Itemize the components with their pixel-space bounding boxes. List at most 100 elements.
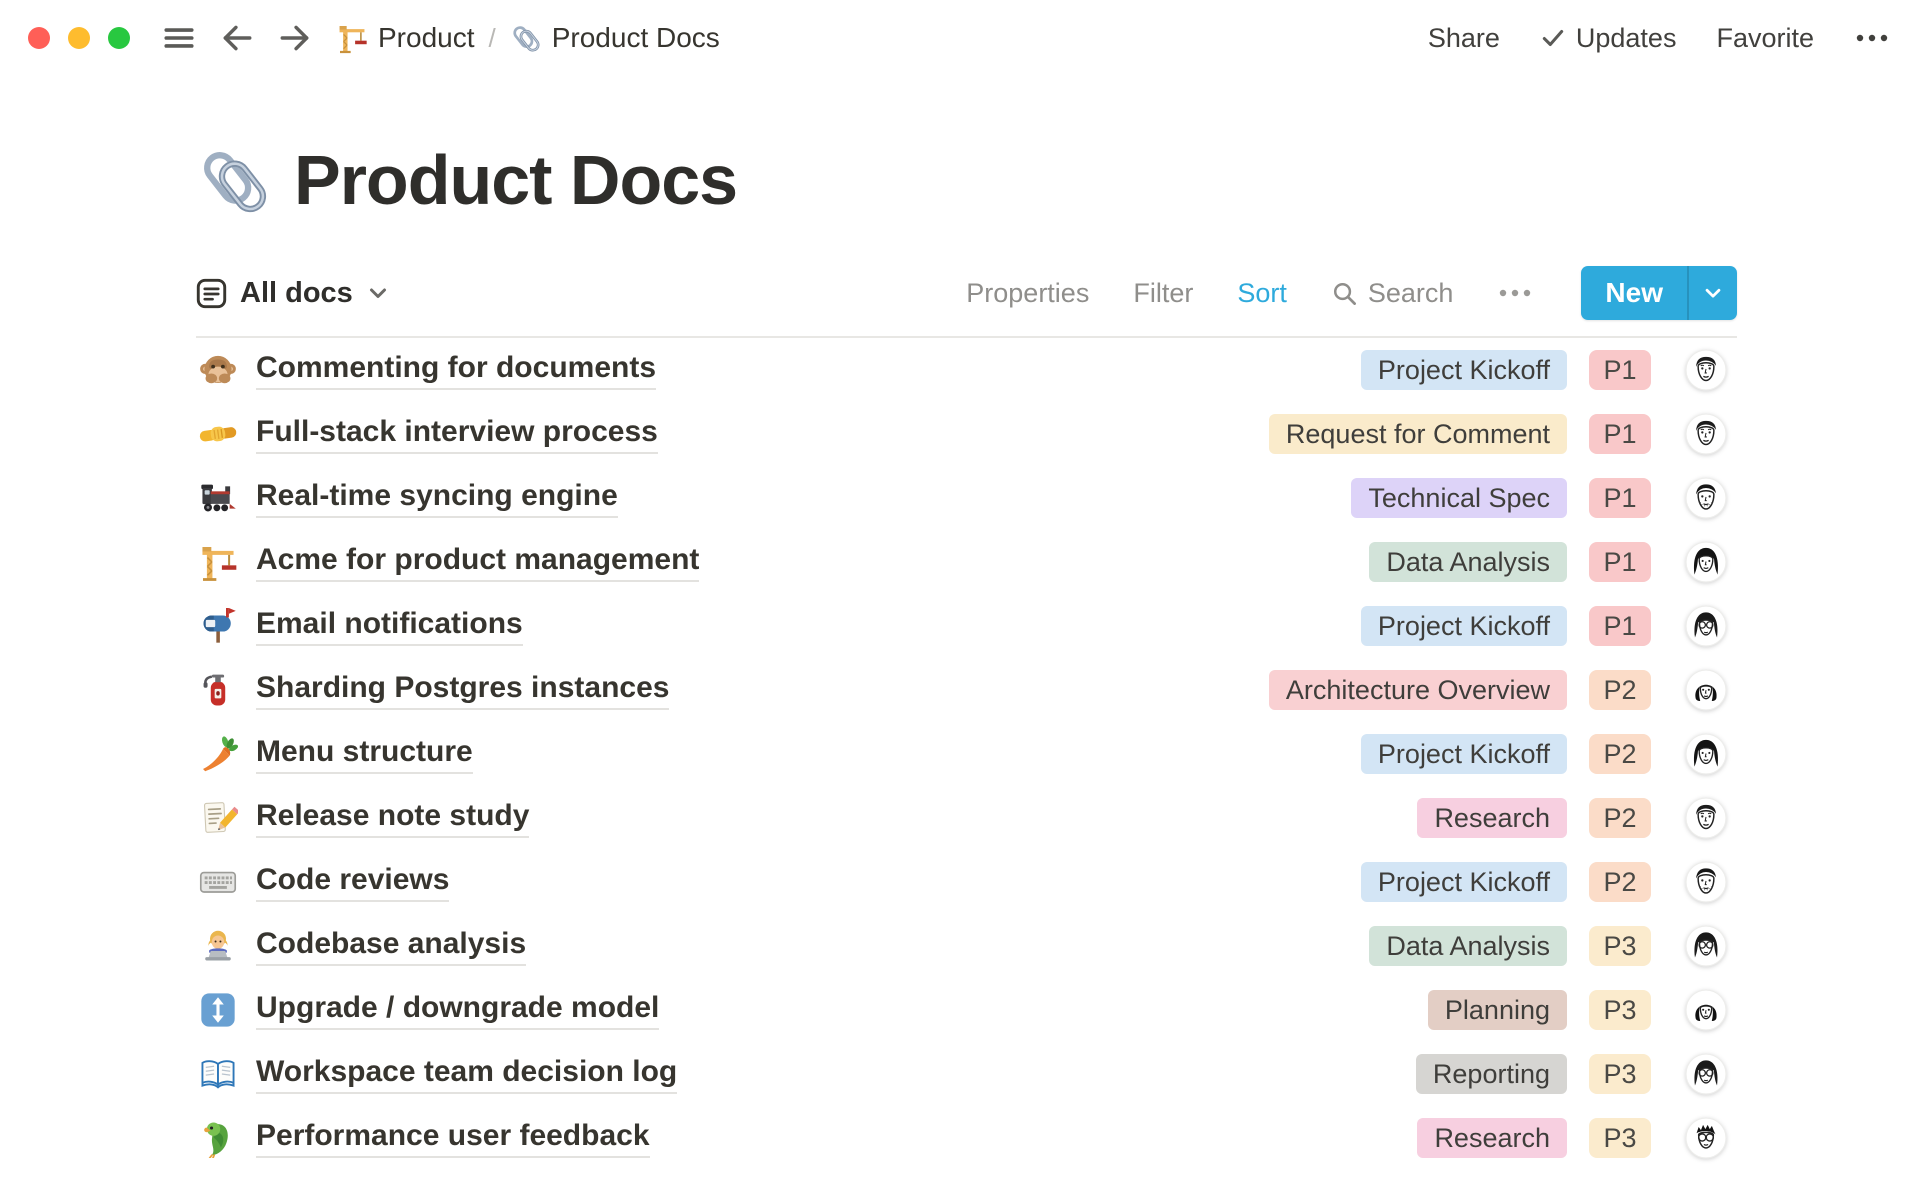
doc-row[interactable]: Code reviews Project Kickoff P2 (196, 850, 1737, 914)
view-switcher[interactable]: All docs (196, 277, 390, 310)
sort-button[interactable]: Sort (1237, 278, 1287, 309)
linked-paperclips-icon (510, 22, 542, 54)
avatar-woman-long-hair[interactable] (1685, 541, 1727, 583)
doc-row[interactable]: Email notifications Project Kickoff P1 (196, 594, 1737, 658)
doc-title-link[interactable]: Codebase analysis (256, 927, 526, 966)
doc-type-tag[interactable]: Project Kickoff (1361, 734, 1567, 774)
doc-title-link[interactable]: Email notifications (256, 607, 523, 646)
updates-label: Updates (1576, 23, 1677, 54)
new-doc-split-button: New (1581, 266, 1737, 320)
priority-badge[interactable]: P1 (1589, 606, 1651, 646)
priority-badge[interactable]: P2 (1589, 734, 1651, 774)
priority-badge[interactable]: P1 (1589, 414, 1651, 454)
parrot-icon (198, 1118, 238, 1158)
avatar-man-short-hair[interactable] (1685, 797, 1727, 839)
priority-badge[interactable]: P3 (1589, 926, 1651, 966)
page-icon-linked-paperclips[interactable] (196, 142, 272, 218)
doc-type-tag[interactable]: Planning (1428, 990, 1567, 1030)
avatar-man-short-hair[interactable] (1685, 413, 1727, 455)
avatar-person-glasses-long-hair[interactable] (1685, 605, 1727, 647)
doc-type-tag[interactable]: Data Analysis (1369, 542, 1567, 582)
doc-row[interactable]: Performance user feedback Research P3 (196, 1106, 1737, 1170)
doc-row[interactable]: Commenting for documents Project Kickoff P… (196, 338, 1737, 402)
priority-badge[interactable]: P1 (1589, 478, 1651, 518)
arrow-right-icon (278, 21, 312, 55)
sidebar-menu-button[interactable] (158, 17, 200, 59)
doc-row[interactable]: Acme for product management Data Analysis… (196, 530, 1737, 594)
breadcrumb-item-product-docs[interactable]: Product Docs (510, 22, 720, 54)
doc-title-link[interactable]: Sharding Postgres instances (256, 671, 669, 710)
minimize-window-button[interactable] (68, 27, 90, 49)
zoom-window-button[interactable] (108, 27, 130, 49)
doc-row[interactable]: Real-time syncing engine Technical Spec P1 (196, 466, 1737, 530)
avatar-person-glasses-long-hair[interactable] (1685, 1053, 1727, 1095)
priority-badge[interactable]: P2 (1589, 798, 1651, 838)
new-doc-button[interactable]: New (1581, 266, 1687, 320)
search-button[interactable]: Search (1331, 278, 1454, 309)
updates-button[interactable]: Updates (1540, 23, 1677, 54)
priority-badge[interactable]: P3 (1589, 990, 1651, 1030)
priority-badge[interactable]: P1 (1589, 350, 1651, 390)
favorite-button[interactable]: Favorite (1716, 23, 1814, 54)
search-icon (1331, 280, 1358, 307)
doc-title-link[interactable]: Real-time syncing engine (256, 479, 618, 518)
doc-row[interactable]: Release note study Research P2 (196, 786, 1737, 850)
new-doc-dropdown-button[interactable] (1687, 266, 1737, 320)
doc-type-tag[interactable]: Research (1417, 1118, 1567, 1158)
chevron-down-icon (366, 281, 390, 305)
priority-badge[interactable]: P3 (1589, 1118, 1651, 1158)
doc-row[interactable]: Codebase analysis Data Analysis P3 (196, 914, 1737, 978)
properties-button[interactable]: Properties (966, 278, 1089, 309)
share-button[interactable]: Share (1428, 23, 1500, 54)
doc-row[interactable]: Workspace team decision log Reporting P3 (196, 1042, 1737, 1106)
doc-title-link[interactable]: Code reviews (256, 863, 449, 902)
doc-title-link[interactable]: Workspace team decision log (256, 1055, 677, 1094)
doc-row[interactable]: Sharding Postgres instances Architecture … (196, 658, 1737, 722)
doc-type-tag[interactable]: Project Kickoff (1361, 350, 1567, 390)
avatar-man-stubble[interactable] (1685, 861, 1727, 903)
doc-type-tag[interactable]: Project Kickoff (1361, 862, 1567, 902)
avatar-woman-bob[interactable] (1685, 989, 1727, 1031)
doc-type-tag[interactable]: Request for Comment (1269, 414, 1567, 454)
priority-badge[interactable]: P2 (1589, 670, 1651, 710)
breadcrumb-label: Product Docs (552, 22, 720, 54)
doc-row[interactable]: Full-stack interview process Request for … (196, 402, 1737, 466)
nav-forward-button[interactable] (274, 17, 316, 59)
window-titlebar: Product / Product Docs Share Updates Fav… (0, 0, 1920, 70)
doc-row[interactable]: Menu structure Project Kickoff P2 (196, 722, 1737, 786)
doc-type-tag[interactable]: Project Kickoff (1361, 606, 1567, 646)
avatar-person-glasses-long-hair[interactable] (1685, 925, 1727, 967)
view-label: All docs (240, 277, 353, 310)
avatar-woman-bob[interactable] (1685, 669, 1727, 711)
priority-badge[interactable]: P2 (1589, 862, 1651, 902)
toolbar-more-button[interactable] (1497, 286, 1533, 300)
doc-type-tag[interactable]: Research (1417, 798, 1567, 838)
doc-title-link[interactable]: Full-stack interview process (256, 415, 658, 454)
doc-row[interactable]: Upgrade / downgrade model Planning P3 (196, 978, 1737, 1042)
avatar-man-short-hair[interactable] (1685, 349, 1727, 391)
check-icon (1540, 25, 1566, 51)
doc-title-link[interactable]: Performance user feedback (256, 1119, 650, 1158)
breadcrumb-item-product[interactable]: Product (336, 22, 475, 54)
doc-type-tag[interactable]: Technical Spec (1351, 478, 1567, 518)
up-down-arrow-icon (198, 990, 238, 1030)
avatar-man-stubble[interactable] (1685, 477, 1727, 519)
nav-back-button[interactable] (216, 17, 258, 59)
priority-badge[interactable]: P1 (1589, 542, 1651, 582)
doc-title-link[interactable]: Menu structure (256, 735, 473, 774)
doc-title-link[interactable]: Commenting for documents (256, 351, 656, 390)
doc-type-tag[interactable]: Reporting (1416, 1054, 1567, 1094)
search-label: Search (1368, 278, 1454, 309)
doc-title-link[interactable]: Acme for product management (256, 543, 699, 582)
ellipsis-icon (1497, 286, 1533, 300)
doc-title-link[interactable]: Upgrade / downgrade model (256, 991, 659, 1030)
avatar-woman-long-hair[interactable] (1685, 733, 1727, 775)
filter-button[interactable]: Filter (1133, 278, 1193, 309)
doc-title-link[interactable]: Release note study (256, 799, 529, 838)
doc-type-tag[interactable]: Architecture Overview (1269, 670, 1567, 710)
doc-type-tag[interactable]: Data Analysis (1369, 926, 1567, 966)
priority-badge[interactable]: P3 (1589, 1054, 1651, 1094)
close-window-button[interactable] (28, 27, 50, 49)
more-options-button[interactable] (1854, 31, 1890, 45)
avatar-man-glasses[interactable] (1685, 1117, 1727, 1159)
